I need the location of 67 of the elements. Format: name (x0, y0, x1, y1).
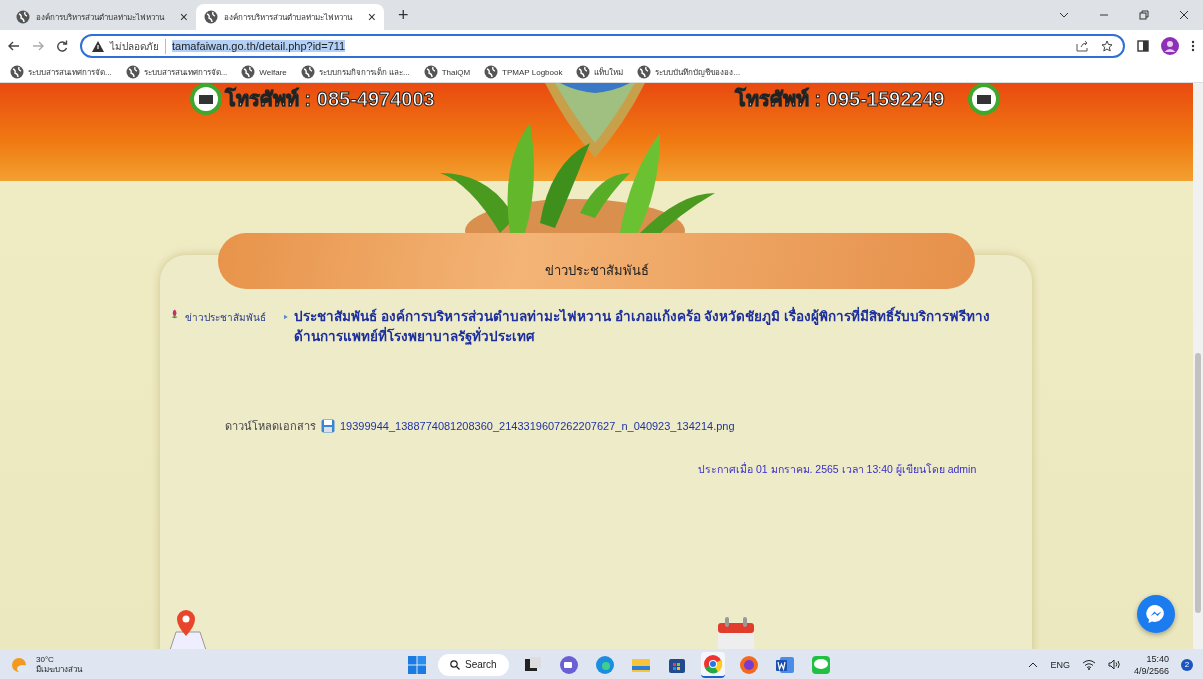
globe-icon (576, 65, 591, 79)
globe-icon (16, 10, 30, 24)
app-icon (557, 653, 580, 676)
clock[interactable]: 15:40 4/9/2566 (1133, 652, 1169, 677)
star-icon[interactable] (1101, 40, 1113, 52)
close-tab-button[interactable]: × (179, 9, 188, 25)
chevron-down-icon[interactable] (1059, 10, 1069, 20)
globe-icon (125, 65, 140, 79)
messenger-button[interactable] (1137, 595, 1175, 633)
search-icon (450, 659, 460, 670)
windows-start-icon[interactable] (408, 655, 426, 674)
app-icon (701, 652, 724, 675)
news-title: ประชาสัมพันธ์ องค์การบริหารส่วนตำบลท่ามะไฟหวาน อำเภอแก้งคร้อ จังหวัดชัยภูมิ เรื่องผู้พิการที่มีสิทธิ์รับบริการฟรีทางด้านการแพทย์ที่โรงพยาบาลรัฐทั่วประเทศ (294, 307, 1010, 347)
globe-icon (484, 65, 499, 79)
share-icon[interactable] (1076, 40, 1089, 52)
bookmark[interactable]: Welfare (241, 65, 287, 79)
app-icon (593, 653, 616, 676)
bookmark[interactable]: แท็บใหม่ (576, 65, 624, 79)
lotus-icon (170, 307, 180, 321)
app-icon (737, 653, 760, 676)
bookmark[interactable]: ระบบสารสนเทศการจัด... (125, 65, 228, 79)
language-indicator[interactable]: ENG (1050, 659, 1070, 670)
speaker-icon[interactable] (1107, 659, 1122, 670)
menu-icon[interactable] (1191, 40, 1195, 52)
posted-info: ประกาศเมื่อ 01 มกราคม. 2565 เวลา 13:40 ผู้เขียนโดย admin (698, 461, 977, 478)
globe-icon (204, 10, 218, 24)
globe-icon (10, 65, 24, 79)
address-bar[interactable]: ไม่ปลอดภัย tamafaiwan.go.th/detail.php?id=711 (80, 34, 1125, 58)
close-icon[interactable] (1179, 10, 1189, 20)
calendar-icon (718, 617, 754, 649)
reload-icon[interactable] (56, 40, 68, 52)
browser-tab[interactable]: องค์การบริหารส่วนตำบลท่ามะไฟหวาน × (8, 4, 196, 30)
chevron-up-icon[interactable] (1028, 661, 1039, 668)
bookmark[interactable]: ระบบบันทึกบัญชีขององ... (637, 65, 741, 79)
restore-icon[interactable] (1139, 10, 1149, 20)
phone-number: โทรศัพท์ : 085-4974003 (225, 87, 435, 111)
close-tab-button[interactable]: × (367, 9, 376, 25)
breadcrumb-link[interactable]: ข่าวประชาสัมพันธ์ (185, 310, 267, 325)
globe-icon (241, 65, 256, 79)
bookmark[interactable]: TPMAP Logbook (484, 65, 563, 79)
notification-badge[interactable]: 2 (1181, 658, 1193, 671)
bookmark[interactable]: ระบบสารสนเทศการจัด... (10, 65, 112, 79)
warning-icon (92, 40, 104, 52)
weather-condition: มีเมฆบางส่วน (36, 664, 82, 675)
bookmark[interactable]: ระบบกรมกิจการเด็ก และ... (300, 65, 410, 79)
taskbar-search[interactable]: Search (438, 653, 509, 676)
scrollbar[interactable] (1193, 83, 1203, 649)
phone-number: โทรศัพท์ : 095-1592249 (735, 87, 945, 111)
app-icon (809, 653, 832, 676)
temperature: 30°C (36, 654, 55, 665)
wifi-icon[interactable] (1081, 659, 1096, 670)
bookmark[interactable]: ThaiQM (423, 65, 471, 79)
avatar-icon[interactable] (1161, 37, 1179, 55)
file-link[interactable]: 19399944_1388774081208360_2143319607262207627_n_040923_134214.png (340, 420, 735, 432)
side-panel-icon[interactable] (1137, 40, 1149, 52)
download-label: ดาวน์โหลดเอกสาร (225, 419, 316, 434)
browser-tab[interactable]: องค์การบริหารส่วนตำบลท่ามะไฟหวาน × (196, 4, 384, 30)
new-tab-button[interactable]: + (392, 4, 415, 27)
section-title: ข่าวประชาสัมพันธ์ (544, 262, 649, 280)
security-label: ไม่ปลอดภัย (110, 38, 166, 54)
url-text: tamafaiwan.go.th/detail.php?id=711 (172, 40, 346, 52)
globe-icon (300, 65, 315, 79)
messenger-icon (1146, 604, 1166, 624)
triangle-icon (284, 314, 288, 320)
back-arrow-icon[interactable] (8, 40, 20, 52)
globe-icon (637, 65, 652, 79)
globe-icon (423, 65, 438, 79)
